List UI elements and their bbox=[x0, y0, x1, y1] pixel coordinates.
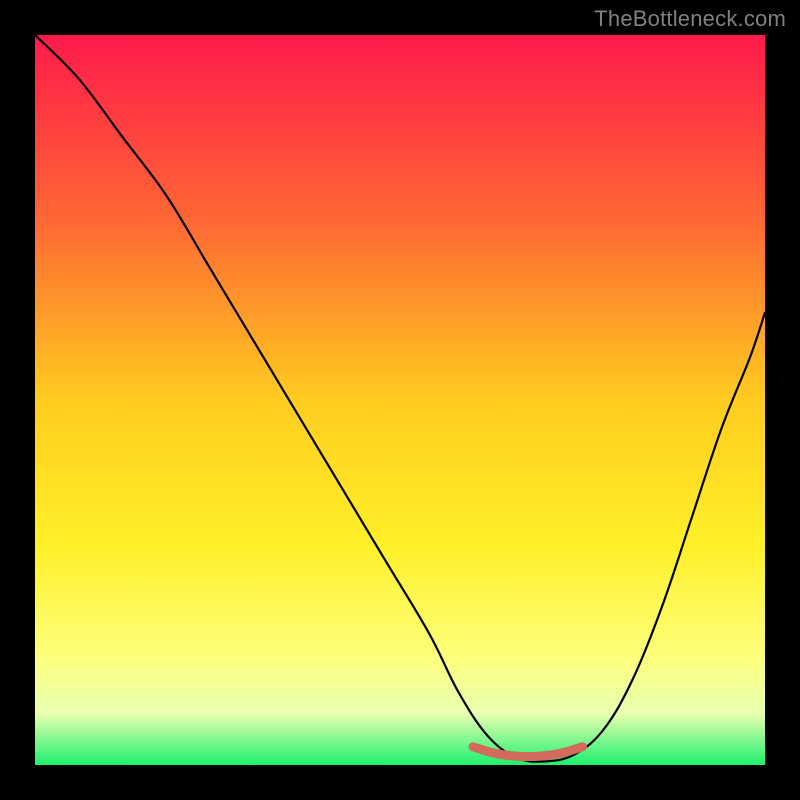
plot-area bbox=[35, 35, 765, 765]
chart-background bbox=[35, 35, 765, 765]
chart-svg bbox=[35, 35, 765, 765]
watermark-text: TheBottleneck.com bbox=[594, 6, 786, 32]
chart-frame: TheBottleneck.com bbox=[0, 0, 800, 800]
